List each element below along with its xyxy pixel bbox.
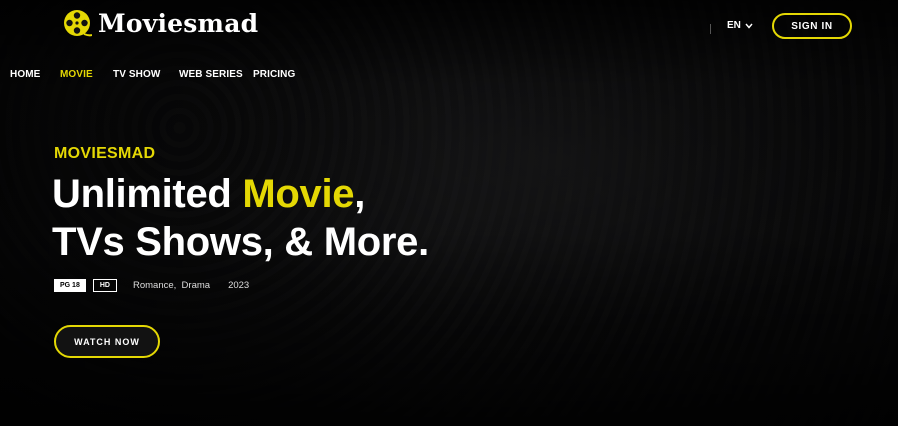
watch-now-button[interactable]: WATCH NOW bbox=[54, 325, 160, 358]
hero-title-part2: , bbox=[354, 172, 366, 216]
sign-in-button[interactable]: SIGN IN bbox=[772, 13, 852, 39]
film-reel-icon bbox=[64, 10, 92, 37]
hero-title-line2: TVs Shows, & More. bbox=[52, 220, 429, 264]
nav-item-tv-show[interactable]: TV SHOW bbox=[113, 69, 179, 80]
hero-subtitle: MOVIESMAD bbox=[54, 145, 156, 162]
brand-name: Moviesmad bbox=[98, 8, 259, 38]
language-selector[interactable]: EN bbox=[727, 20, 753, 31]
nav-item-movie[interactable]: MOVIE bbox=[60, 69, 113, 80]
hero-title-part1: Unlimited bbox=[52, 172, 243, 216]
brand-logo[interactable]: Moviesmad bbox=[62, 8, 258, 38]
genres: Romance, Drama bbox=[132, 280, 211, 291]
nav-item-web-series[interactable]: WEB SERIES bbox=[179, 69, 253, 80]
hero-title: Unlimited Movie, TVs Shows, & More. bbox=[52, 170, 429, 266]
nav-item-pricing[interactable]: PRICING bbox=[253, 69, 295, 80]
main-nav: HOME MOVIE TV SHOW WEB SERIES PRICING bbox=[10, 69, 295, 80]
header-divider bbox=[710, 24, 711, 34]
release-year: 2023 bbox=[228, 280, 250, 291]
quality-badge: HD bbox=[92, 279, 117, 292]
rating-badge: PG 18 bbox=[54, 279, 86, 292]
nav-item-home[interactable]: HOME bbox=[10, 69, 60, 80]
language-label: EN bbox=[727, 20, 741, 31]
hero-title-highlight: Movie bbox=[242, 172, 355, 216]
movie-meta: PG 18 HD Romance, Drama 2023 bbox=[54, 279, 249, 292]
chevron-down-icon bbox=[745, 23, 753, 29]
